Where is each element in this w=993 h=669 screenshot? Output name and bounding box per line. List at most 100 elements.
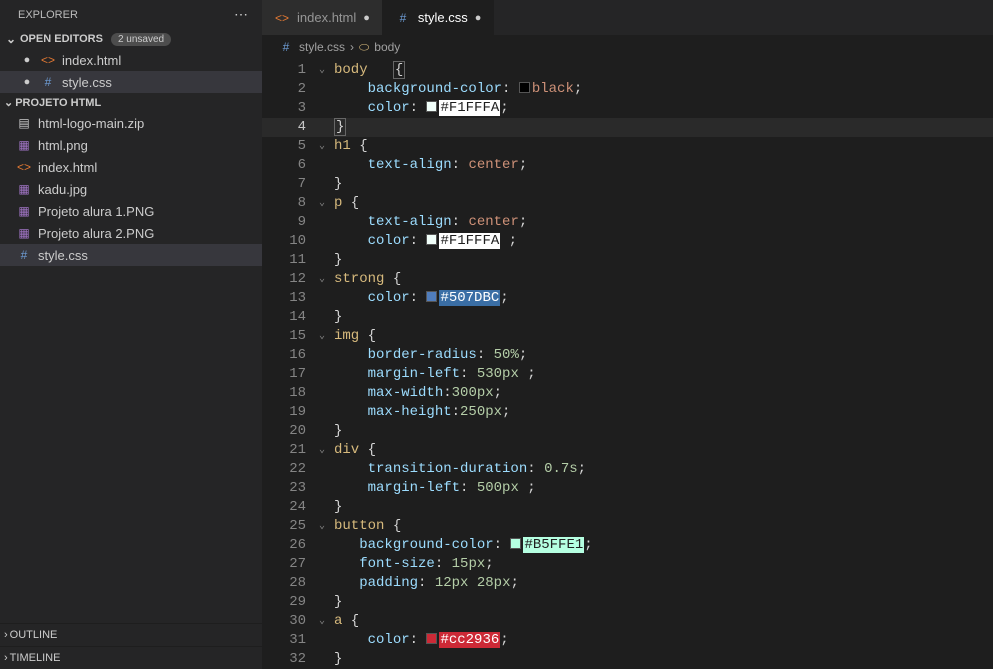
explorer-sidebar: EXPLORER ⋯ ⌄ OPEN EDITORS 2 unsaved ●<>i…: [0, 0, 262, 669]
fold-toggle[interactable]: ⌄: [314, 517, 330, 536]
code-line[interactable]: 30⌄a {: [262, 612, 993, 631]
code-line[interactable]: 9 text-align: center;: [262, 213, 993, 232]
code-line[interactable]: 14}: [262, 308, 993, 327]
file-tree-item[interactable]: ▤html-logo-main.zip: [0, 112, 262, 134]
open-editors-list: ●<>index.html●#style.css: [0, 49, 262, 93]
code-line[interactable]: 26 background-color: #B5FFE1;: [262, 536, 993, 555]
line-number: 26: [262, 536, 314, 555]
code-line[interactable]: 13 color: #507DBC;: [262, 289, 993, 308]
chevron-down-icon: ⌄: [4, 32, 18, 46]
folder-label: PROJETO HTML: [15, 97, 101, 109]
code-editor[interactable]: 1⌄body {2 background-color: black;3 colo…: [262, 59, 993, 669]
code-line[interactable]: 4}: [262, 118, 993, 137]
file-tree-item[interactable]: ▦Projeto alura 2.PNG: [0, 222, 262, 244]
fold-toggle: [314, 251, 330, 270]
chevron-down-icon: ⌄: [4, 96, 13, 109]
fold-toggle[interactable]: ⌄: [314, 612, 330, 631]
code-line[interactable]: 11}: [262, 251, 993, 270]
html-file-icon: <>: [16, 159, 32, 175]
file-name: kadu.jpg: [38, 182, 87, 197]
code-line[interactable]: 8⌄p {: [262, 194, 993, 213]
code-line[interactable]: 20}: [262, 422, 993, 441]
code-line[interactable]: 12⌄strong {: [262, 270, 993, 289]
fold-toggle: [314, 365, 330, 384]
open-editor-item[interactable]: ●<>index.html: [0, 49, 262, 71]
code-line[interactable]: 24}: [262, 498, 993, 517]
code-line[interactable]: 23 margin-left: 500px ;: [262, 479, 993, 498]
symbol-icon: ⬭: [359, 40, 369, 55]
code-line[interactable]: 31 color: #cc2936;: [262, 631, 993, 650]
code-line[interactable]: 16 border-radius: 50%;: [262, 346, 993, 365]
code-line[interactable]: 15⌄img {: [262, 327, 993, 346]
tabs-bar: <>index.html●#style.css●: [262, 0, 993, 35]
code-line[interactable]: 22 transition-duration: 0.7s;: [262, 460, 993, 479]
fold-toggle: [314, 403, 330, 422]
fold-toggle: [314, 156, 330, 175]
code-line[interactable]: 17 margin-left: 530px ;: [262, 365, 993, 384]
file-tree-item[interactable]: ▦Projeto alura 1.PNG: [0, 200, 262, 222]
file-name: style.css: [38, 248, 88, 263]
line-number: 17: [262, 365, 314, 384]
fold-toggle: [314, 175, 330, 194]
fold-toggle: [314, 213, 330, 232]
folder-section[interactable]: ⌄ PROJETO HTML: [0, 93, 262, 112]
img-file-icon: ▦: [16, 137, 32, 153]
fold-toggle[interactable]: ⌄: [314, 61, 330, 80]
zip-file-icon: ▤: [16, 115, 32, 131]
line-number: 2: [262, 80, 314, 99]
fold-toggle[interactable]: ⌄: [314, 137, 330, 156]
fold-toggle: [314, 631, 330, 650]
code-line[interactable]: 21⌄div {: [262, 441, 993, 460]
explorer-more-icon[interactable]: ⋯: [234, 6, 248, 23]
fold-toggle: [314, 346, 330, 365]
file-name: Projeto alura 1.PNG: [38, 204, 154, 219]
open-editor-item[interactable]: ●#style.css: [0, 71, 262, 93]
line-number: 3: [262, 99, 314, 118]
file-tree-item[interactable]: <> index.html: [0, 156, 262, 178]
line-number: 31: [262, 631, 314, 650]
fold-toggle[interactable]: ⌄: [314, 194, 330, 213]
line-number: 13: [262, 289, 314, 308]
code-line[interactable]: 7}: [262, 175, 993, 194]
fold-toggle[interactable]: ⌄: [314, 441, 330, 460]
fold-toggle[interactable]: ⌄: [314, 270, 330, 289]
fold-toggle[interactable]: ⌄: [314, 327, 330, 346]
code-line[interactable]: 19 max-height:250px;: [262, 403, 993, 422]
editor-tab[interactable]: #style.css●: [383, 0, 495, 35]
fold-toggle: [314, 118, 330, 137]
code-line[interactable]: 18 max-width:300px;: [262, 384, 993, 403]
line-number: 24: [262, 498, 314, 517]
code-line[interactable]: 3 color: #F1FFFA;: [262, 99, 993, 118]
editor-tab[interactable]: <>index.html●: [262, 0, 383, 35]
file-tree-item[interactable]: ▦html.png: [0, 134, 262, 156]
color-swatch: [519, 82, 530, 93]
code-line[interactable]: 32}: [262, 650, 993, 669]
css-file-icon: #: [278, 39, 294, 55]
timeline-section[interactable]: › TIMELINE: [0, 646, 262, 669]
code-line[interactable]: 6 text-align: center;: [262, 156, 993, 175]
fold-toggle: [314, 232, 330, 251]
line-number: 29: [262, 593, 314, 612]
code-line[interactable]: 2 background-color: black;: [262, 80, 993, 99]
code-line[interactable]: 10 color: #F1FFFA ;: [262, 232, 993, 251]
code-line[interactable]: 25⌄button {: [262, 517, 993, 536]
line-number: 30: [262, 612, 314, 631]
code-line[interactable]: 27 font-size: 15px;: [262, 555, 993, 574]
code-line[interactable]: 28 padding: 12px 28px;: [262, 574, 993, 593]
file-name: index.html: [38, 160, 97, 175]
breadcrumb[interactable]: # style.css › ⬭ body: [262, 35, 993, 59]
fold-toggle: [314, 498, 330, 517]
code-line[interactable]: 5⌄h1 {: [262, 137, 993, 156]
line-number: 32: [262, 650, 314, 669]
code-line[interactable]: 1⌄body {: [262, 61, 993, 80]
outline-section[interactable]: › OUTLINE: [0, 623, 262, 646]
open-editors-section[interactable]: ⌄ OPEN EDITORS 2 unsaved: [0, 29, 262, 49]
color-swatch: [426, 291, 437, 302]
line-number: 25: [262, 517, 314, 536]
file-tree-item[interactable]: #style.css: [0, 244, 262, 266]
unsaved-badge: 2 unsaved: [111, 33, 171, 46]
file-tree-item[interactable]: ▦kadu.jpg: [0, 178, 262, 200]
line-number: 14: [262, 308, 314, 327]
fold-toggle: [314, 593, 330, 612]
code-line[interactable]: 29}: [262, 593, 993, 612]
